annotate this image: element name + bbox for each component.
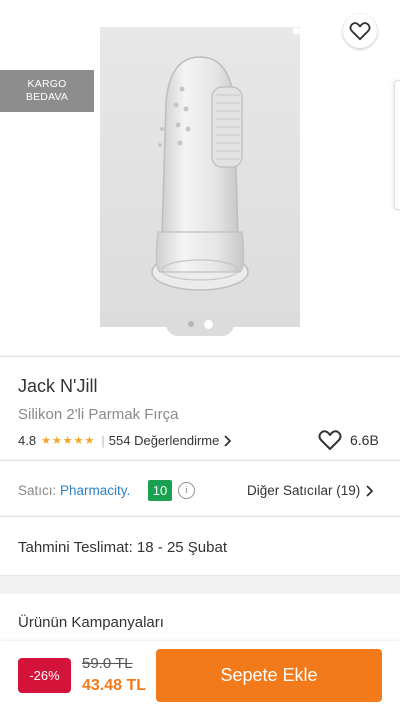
product-gallery[interactable]: KARGO BEDAVA [0,0,400,355]
carousel-dot-active[interactable] [203,319,213,329]
review-count: 554 Değerlendirme [108,433,220,448]
heart-outline-icon [349,22,371,41]
rating-stars: ★★★★★ [41,435,96,447]
purchase-bar: -26% 59.0 TL 43.48 TL Sepete Ekle [0,641,400,711]
discount-badge: -26% [18,658,71,693]
heart-outline-icon [318,430,342,450]
product-image[interactable] [100,27,300,327]
product-info: Jack N'Jill Silikon 2'li Parmak Fırça 4.… [0,356,400,459]
seller-info[interactable]: Satıcı: Pharmacity. [18,483,130,498]
seller-label: Satıcı: [18,483,57,498]
free-shipping-badge-line1: KARGO [27,78,67,90]
delivery-section: Tahmini Teslimat: 18 - 25 Şubat [0,516,400,576]
carousel-dot[interactable] [187,321,194,327]
reviews-link[interactable]: 554 Değerlendirme [109,433,232,448]
favorites-value: 6.6B [350,432,379,448]
chevron-right-icon [366,484,374,497]
add-to-cart-button[interactable]: Sepete Ekle [156,649,382,702]
seller-score-badge: 10 [148,480,172,501]
other-sellers-link[interactable]: Diğer Satıcılar (19) [247,483,374,498]
campaigns-title: Ürünün Kampanyaları [18,614,164,631]
current-price: 43.48 TL [82,677,147,694]
chevron-right-icon [224,434,232,447]
finger-brush-illustration [151,56,249,291]
share-icon [292,19,313,43]
estimated-delivery: Tahmini Teslimat: 18 - 25 Şubat [18,539,227,556]
free-shipping-badge-line2: BEDAVA [25,91,69,103]
other-sellers-label: Diğer Satıcılar (19) [247,483,361,498]
product-brand[interactable]: Jack N'Jill [18,376,97,397]
old-price: 59.0 TL [82,655,133,672]
info-icon[interactable]: i [178,482,195,499]
arrow-left-icon [25,23,47,41]
favorite-button[interactable] [343,14,377,48]
product-name: Silikon 2'li Parmak Fırça [18,406,179,423]
free-shipping-badge: KARGO BEDAVA [0,70,94,112]
seller-name-link[interactable]: Pharmacity. [60,483,130,498]
rating-row[interactable]: 4.8 ★★★★★ | 554 Değerlendirme [18,433,232,448]
side-drawer-handle[interactable] [394,80,400,210]
carousel-indicator[interactable] [166,312,234,336]
divider: | [101,433,105,448]
favorites-count[interactable]: 6.6B [318,429,379,451]
seller-section: Satıcı: Pharmacity. 10 i Diğer Satıcılar… [0,460,400,515]
share-button[interactable] [288,16,318,46]
back-button[interactable] [20,18,52,46]
rating-value: 4.8 [18,433,37,448]
